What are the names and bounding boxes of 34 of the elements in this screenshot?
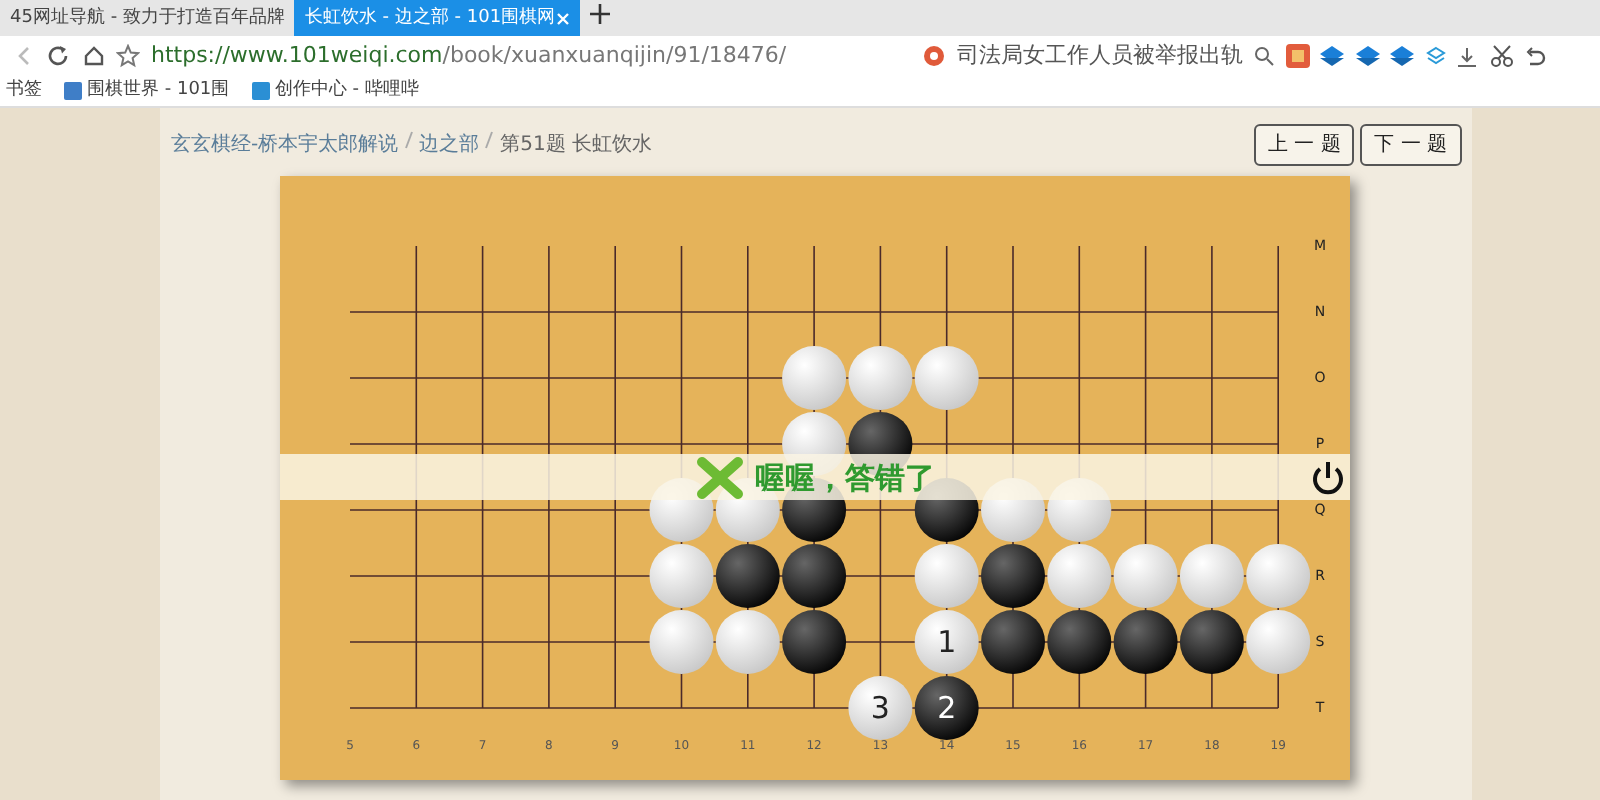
result-message: 喔喔，答错了 <box>755 457 935 499</box>
download-icon[interactable] <box>1456 45 1478 67</box>
move-number: 2 <box>937 690 957 727</box>
star-icon[interactable] <box>116 44 140 68</box>
layers-icon[interactable] <box>1425 46 1445 66</box>
move-number: 3 <box>870 690 890 727</box>
search-icon[interactable] <box>1254 46 1274 66</box>
breadcrumb-link[interactable]: 边之部 <box>419 130 480 160</box>
bookmark-item[interactable]: 围棋世界 - 101围 <box>63 77 230 105</box>
bookmark-favicon <box>251 82 270 100</box>
nav-button[interactable]: 下 一 题 <box>1360 124 1461 166</box>
layers-icon[interactable] <box>1390 46 1414 66</box>
reload-icon[interactable] <box>46 44 70 68</box>
home-icon[interactable] <box>81 44 105 68</box>
search-suggestion[interactable]: 司法局女工作人员被举报出轨 <box>957 39 1243 73</box>
breadcrumb-link[interactable]: 玄玄棋经-桥本宇太郎解说 <box>171 130 399 160</box>
separator-icon <box>403 130 414 150</box>
bookmark-favicon <box>63 82 82 100</box>
move-number: 1 <box>937 624 957 661</box>
new-tab-icon[interactable] <box>590 3 611 24</box>
cross-icon <box>696 455 744 500</box>
undo-icon[interactable] <box>1524 44 1548 68</box>
separator-icon <box>484 130 495 150</box>
app-icon[interactable] <box>1285 44 1309 68</box>
layers-icon[interactable] <box>1355 46 1379 66</box>
close-icon[interactable] <box>555 11 570 25</box>
bookmark-item[interactable]: 书签 <box>5 77 42 105</box>
bookmark-item[interactable]: 创作中心 - 哔哩哔 <box>251 77 419 105</box>
nav-button[interactable]: 上 一 题 <box>1254 124 1355 166</box>
power-icon[interactable] <box>1310 459 1346 496</box>
layers-icon[interactable] <box>1320 46 1344 66</box>
scissors-icon[interactable] <box>1489 44 1513 68</box>
url-field[interactable]: https://www.101weiqi.com/book/xuanxuanqijin/91/18476/ <box>151 39 911 73</box>
browser-tab[interactable]: 45网址导航 - 致力于打造百年品牌 <box>0 0 295 36</box>
